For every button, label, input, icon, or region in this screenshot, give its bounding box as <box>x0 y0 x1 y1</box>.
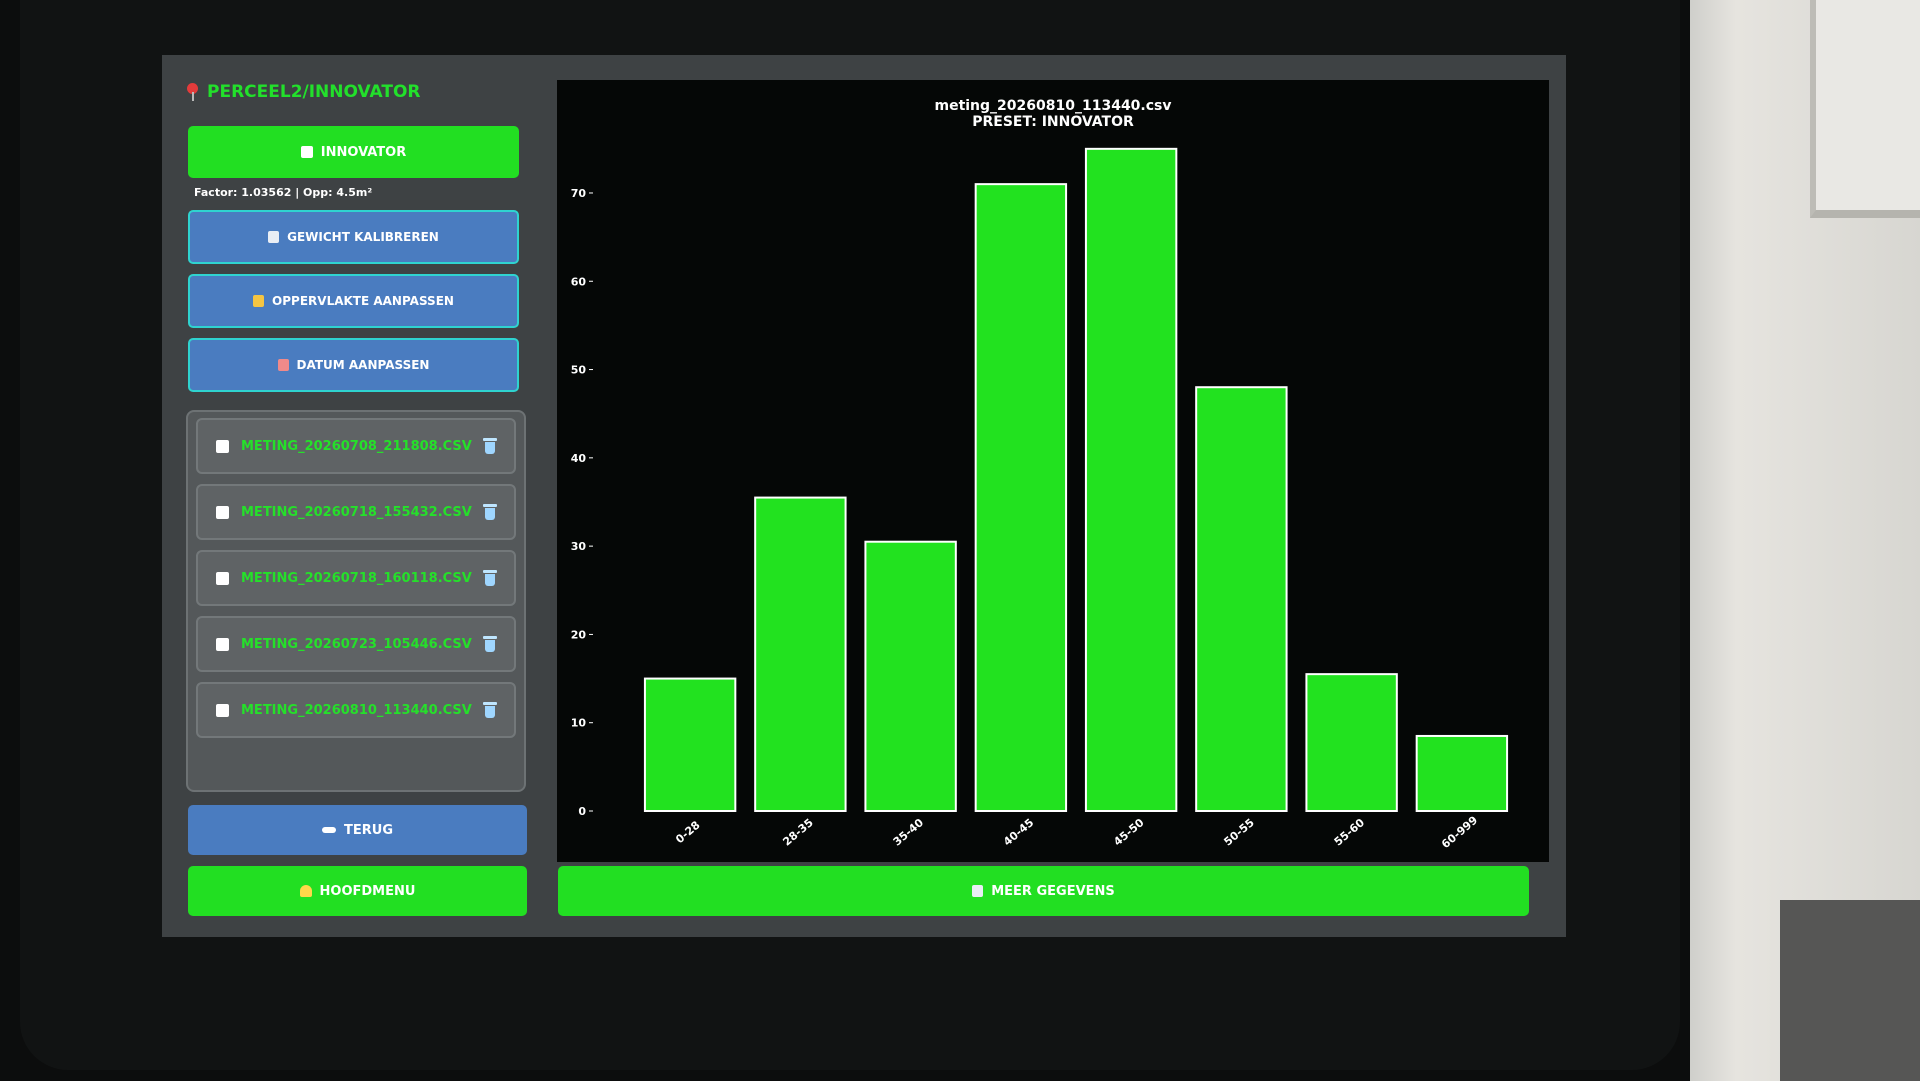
file-checkbox[interactable] <box>216 439 229 453</box>
sidebar: PERCEEL2/INNOVATOR INNOVATOR Factor: 1.0… <box>162 55 532 937</box>
scale-icon <box>268 231 280 243</box>
app-screen: PERCEEL2/INNOVATOR INNOVATOR Factor: 1.0… <box>162 55 1566 937</box>
back-button-label: TERUG <box>344 822 393 838</box>
adjust-date-label: DATUM AANPASSEN <box>296 358 430 372</box>
x-tick-label: 45-50 <box>1111 816 1147 849</box>
file-checkbox[interactable] <box>216 505 229 519</box>
adjust-date-button[interactable]: DATUM AANPASSEN <box>188 338 519 392</box>
calibrate-weight-label: GEWICHT KALIBREREN <box>287 230 439 244</box>
trash-icon[interactable] <box>483 702 497 718</box>
list-item[interactable]: METING_20260708_211808.CSV <box>196 418 516 474</box>
bar-chart: 0 10 20 30 40 50 60 70 0-28 28-35 35-40 40-45 45-50 5… <box>571 147 1509 851</box>
file-name: METING_20260718_160118.CSV <box>241 570 472 586</box>
bar-45-50 <box>1084 147 1178 813</box>
list-item[interactable]: METING_20260810_113440.CSV <box>196 682 516 738</box>
ruler-icon <box>253 295 265 307</box>
bar-0-28 <box>643 677 737 812</box>
bar-50-55 <box>1195 386 1288 812</box>
y-tick-label: 50 <box>571 364 587 377</box>
bar-60-999 <box>1415 734 1509 812</box>
y-tick-label: 70 <box>571 187 587 200</box>
page-title-text: PERCEEL2/INNOVATOR <box>207 82 421 102</box>
trash-icon[interactable] <box>483 504 497 520</box>
x-tick-label: 50-55 <box>1221 816 1256 849</box>
home-icon <box>299 885 312 897</box>
document-icon <box>300 146 313 158</box>
x-tick-label: 0-28 <box>673 818 702 846</box>
file-checkbox[interactable] <box>216 637 229 651</box>
map-pin-icon <box>187 83 199 101</box>
more-data-button[interactable]: MEER GEGEVENS <box>558 866 1529 916</box>
x-tick-label: 28-35 <box>780 816 815 849</box>
chart-panel: meting_20260810_113440.csv PRESET: INNOV… <box>557 80 1549 862</box>
file-list[interactable]: METING_20260708_211808.CSV METING_202607… <box>186 410 526 792</box>
adjust-area-button[interactable]: OPPERVLAKTE AANPASSEN <box>188 274 519 328</box>
chart-icon <box>972 885 984 897</box>
preset-button[interactable]: INNOVATOR <box>188 126 519 178</box>
y-tick-label: 0 <box>578 805 586 818</box>
main-menu-button[interactable]: HOOFDMENU <box>188 866 527 916</box>
file-name: METING_20260718_155432.CSV <box>241 504 472 520</box>
file-checkbox[interactable] <box>216 571 229 585</box>
back-button[interactable]: TERUG <box>188 805 527 855</box>
bar-35-40 <box>864 540 957 812</box>
trash-icon[interactable] <box>483 636 497 652</box>
bar-28-35 <box>754 496 847 812</box>
x-tick-label: 60-999 <box>1439 814 1480 851</box>
x-tick-label: 40-45 <box>1001 816 1036 849</box>
preset-button-label: INNOVATOR <box>320 144 407 160</box>
y-tick-label: 40 <box>571 452 587 465</box>
bar-40-45 <box>974 183 1068 813</box>
y-tick-label: 20 <box>571 628 587 641</box>
file-name: METING_20260810_113440.CSV <box>241 702 472 718</box>
background-wall <box>1690 0 1920 1081</box>
y-tick-label: 30 <box>571 540 587 553</box>
file-checkbox[interactable] <box>216 703 229 717</box>
list-item[interactable]: METING_20260718_155432.CSV <box>196 484 516 540</box>
x-tick-label: 35-40 <box>891 816 927 849</box>
more-data-label: MEER GEGEVENS <box>991 883 1115 899</box>
file-name: METING_20260708_211808.CSV <box>241 438 472 454</box>
list-item[interactable]: METING_20260718_160118.CSV <box>196 550 516 606</box>
calendar-icon <box>277 359 289 371</box>
trash-icon[interactable] <box>483 438 497 454</box>
shadow-area <box>1780 900 1920 1081</box>
list-item[interactable]: METING_20260723_105446.CSV <box>196 616 516 672</box>
arrow-left-icon <box>322 827 336 833</box>
adjust-area-label: OPPERVLAKTE AANPASSEN <box>272 294 454 308</box>
file-name: METING_20260723_105446.CSV <box>241 636 472 652</box>
x-tick-label: 55-60 <box>1332 816 1368 849</box>
window-frame <box>1810 0 1920 218</box>
calibrate-weight-button[interactable]: GEWICHT KALIBREREN <box>188 210 519 264</box>
page-title: PERCEEL2/INNOVATOR <box>187 82 421 102</box>
y-tick-label: 10 <box>571 717 587 730</box>
factor-info: Factor: 1.03562 | Opp: 4.5m² <box>194 186 373 199</box>
y-tick-label: 60 <box>571 275 587 288</box>
main-menu-label: HOOFDMENU <box>319 883 416 899</box>
trash-icon[interactable] <box>483 570 497 586</box>
bar-55-60 <box>1305 673 1398 812</box>
